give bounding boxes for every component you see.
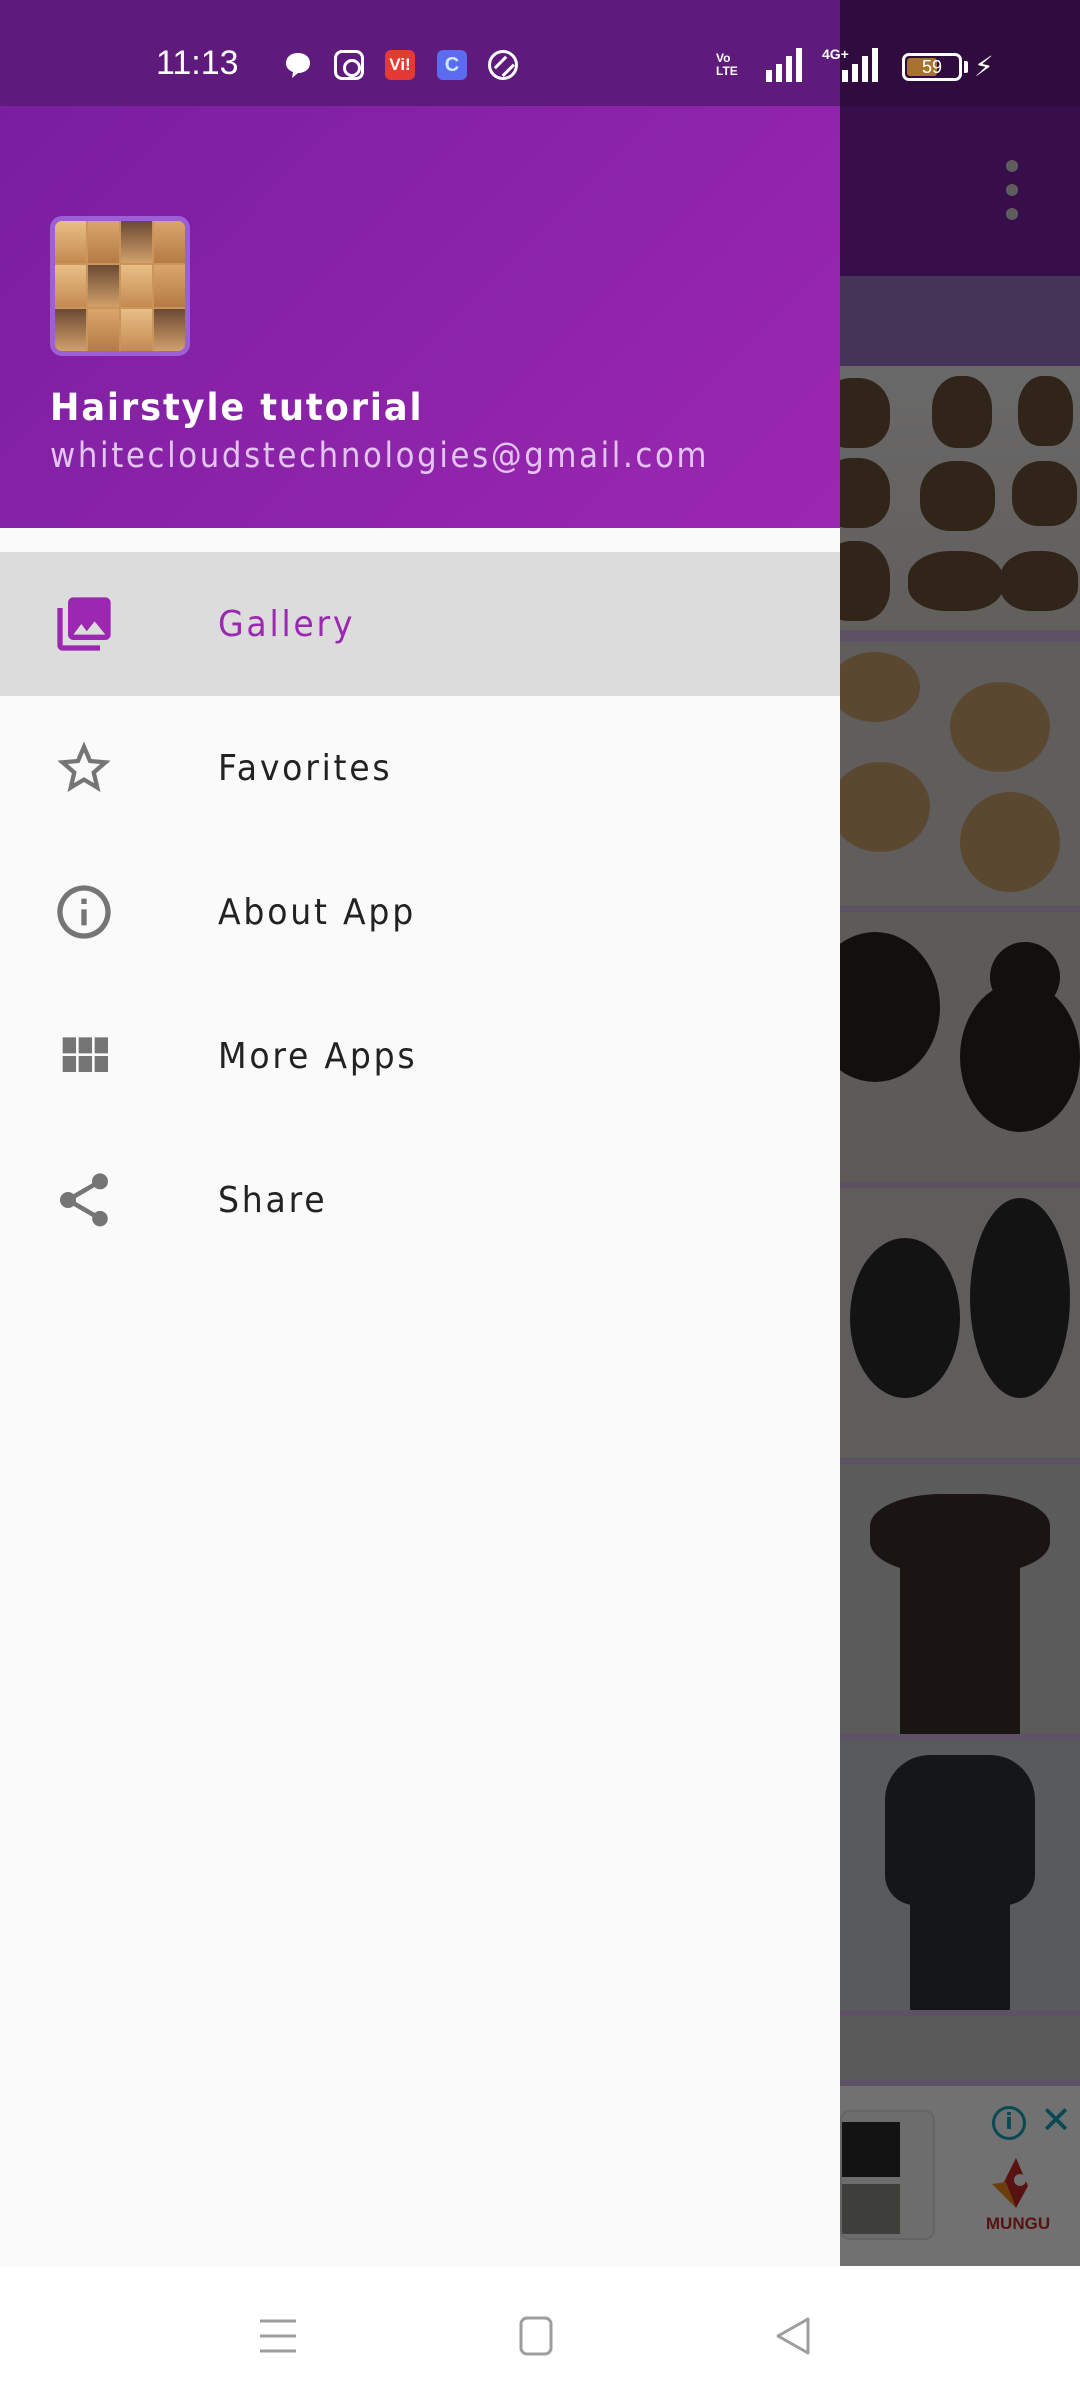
star-outline-icon — [52, 736, 116, 800]
back-triangle-icon — [776, 2317, 810, 2355]
drawer-menu: Gallery Favorites About App More Apps Sh… — [0, 552, 840, 1272]
app-logo — [50, 216, 190, 356]
home-button[interactable] — [506, 2306, 566, 2366]
navigation-drawer: Hairstyle tutorial whitecloudstechnologi… — [0, 0, 840, 2266]
signal-strength-icon — [766, 48, 802, 82]
system-nav-bar — [0, 2266, 1080, 2400]
menu-label: Gallery — [218, 603, 356, 645]
charging-bolt-icon: ⚡ — [974, 50, 994, 83]
menu-item-favorites[interactable]: Favorites — [0, 696, 840, 840]
signal-strength-icon-2 — [842, 48, 878, 82]
share-icon — [52, 1168, 116, 1232]
status-bar-background — [0, 0, 840, 106]
developer-email: whitecloudstechnologies@gmail.com — [50, 436, 710, 476]
menu-item-about-app[interactable]: About App — [0, 840, 840, 984]
recents-button[interactable] — [248, 2306, 308, 2366]
volte-indicator: Vo LTE — [716, 52, 738, 78]
menu-item-share[interactable]: Share — [0, 1128, 840, 1272]
menu-item-gallery[interactable]: Gallery — [0, 552, 840, 696]
status-time: 11:13 — [156, 44, 239, 82]
grid-apps-icon — [52, 1024, 116, 1088]
app-name: Hairstyle tutorial — [50, 386, 424, 429]
battery-tip — [964, 61, 968, 73]
lte-label: LTE — [716, 64, 738, 78]
photo-library-icon — [52, 592, 116, 656]
menu-item-more-apps[interactable]: More Apps — [0, 984, 840, 1128]
battery-icon: 59 — [902, 53, 962, 81]
menu-label: Favorites — [218, 747, 393, 789]
drawer-header: Hairstyle tutorial whitecloudstechnologi… — [0, 106, 840, 528]
instagram-icon — [334, 50, 364, 80]
chat-bubble-icon — [286, 53, 310, 78]
screen: i ✕ MUNGU Hairstyle tutorial whiteclouds… — [0, 0, 1080, 2400]
info-icon — [52, 880, 116, 944]
vi-app-icon: Vi! — [385, 50, 415, 80]
back-button[interactable] — [764, 2306, 824, 2366]
menu-label: About App — [218, 891, 417, 933]
battery-percent: 59 — [921, 57, 943, 77]
c-app-icon: C — [437, 50, 467, 80]
menu-label: Share — [218, 1179, 328, 1221]
menu-lines-icon — [260, 2319, 296, 2353]
status-bar: 11:13 Vi! C Vo LTE 4G+ 59 ⚡ — [0, 0, 1080, 106]
menu-label: More Apps — [218, 1035, 418, 1077]
home-square-icon — [519, 2316, 553, 2356]
